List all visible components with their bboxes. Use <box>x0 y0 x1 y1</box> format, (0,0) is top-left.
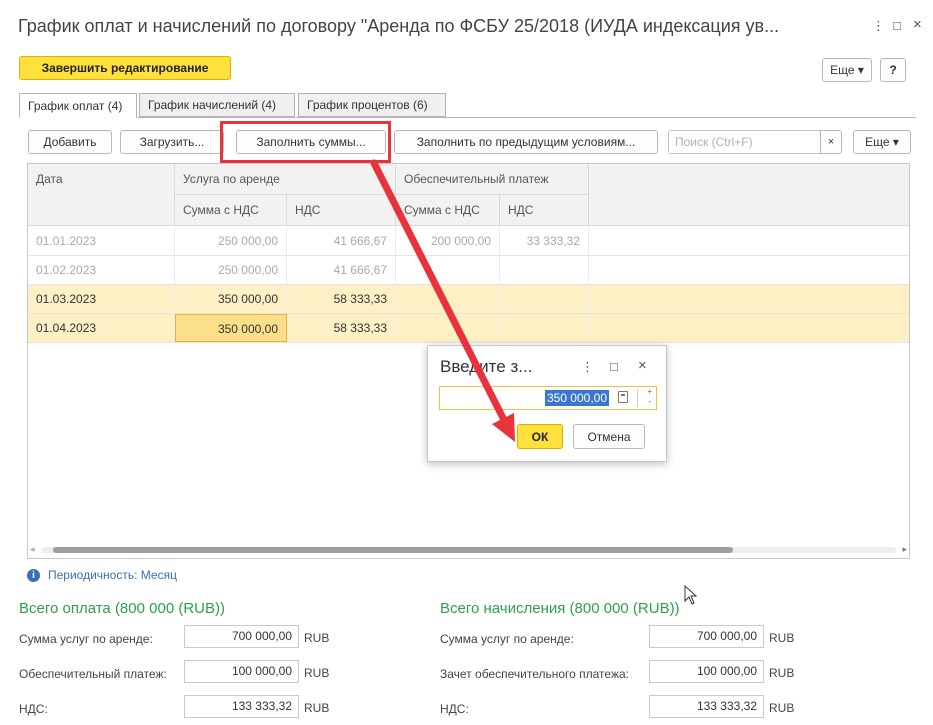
tab-interest[interactable]: График процентов (6) <box>298 93 446 117</box>
totals-accr-title: Всего начисления (800 000 (RUB)) <box>440 600 680 617</box>
accr-deposit-label: Зачет обеспечительного платежа: <box>440 667 629 681</box>
pay-rent-label: Сумма услуг по аренде: <box>19 632 153 646</box>
help-button[interactable]: ? <box>880 58 906 82</box>
pay-deposit-label: Обеспечительный платеж: <box>19 667 167 681</box>
periodicity-text[interactable]: Периодичность: Месяц <box>48 568 177 582</box>
cell-date: 01.01.2023 <box>28 227 175 255</box>
dialog-title: Введите з... <box>440 357 533 376</box>
scroll-right-icon[interactable]: ▸ <box>902 544 907 555</box>
restore-icon[interactable]: □ <box>893 18 901 33</box>
mouse-cursor-icon <box>684 585 698 605</box>
search-input[interactable]: Поиск (Ctrl+F) <box>668 130 820 154</box>
col-group-rent[interactable]: Услуга по аренде <box>175 164 396 195</box>
cancel-button[interactable]: Отмена <box>573 424 645 449</box>
amount-input-value[interactable]: 350 000,00 <box>544 390 609 406</box>
dialog-close-icon[interactable]: × <box>638 357 647 374</box>
accr-rent-currency: RUB <box>769 631 795 645</box>
cell-dep-sum <box>396 314 500 342</box>
pay-deposit-value: 100 000,00 <box>184 660 299 683</box>
cell-dep-vat: 33 333,32 <box>500 227 589 255</box>
input-divider <box>637 389 638 407</box>
cell-rent-sum-selected[interactable]: 350 000,00 <box>175 314 287 342</box>
cell-date: 01.04.2023 <box>28 314 175 342</box>
accr-vat-label: НДС: <box>440 702 469 716</box>
table-row[interactable]: 01.04.2023 350 000,00 58 333,33 <box>28 314 909 343</box>
accr-vat-value: 133 333,32 <box>649 695 764 718</box>
table-row[interactable]: 01.01.2023 250 000,00 41 666,67 200 000,… <box>28 227 909 256</box>
amount-input[interactable]: 350 000,00 + - <box>439 386 657 410</box>
cell-rent-vat: 41 666,67 <box>287 227 396 255</box>
pay-rent-value: 700 000,00 <box>184 625 299 648</box>
table-row[interactable]: 01.03.2023 350 000,00 58 333,33 <box>28 285 909 314</box>
fill-sums-button[interactable]: Заполнить суммы... <box>236 130 386 154</box>
table-row[interactable]: 01.02.2023 250 000,00 41 666,67 <box>28 256 909 285</box>
close-icon[interactable]: × <box>913 16 922 33</box>
dialog-restore-icon[interactable]: □ <box>610 359 618 374</box>
cell-date: 01.03.2023 <box>28 285 175 313</box>
ok-button[interactable]: ОК <box>517 424 563 449</box>
pay-vat-label: НДС: <box>19 702 48 716</box>
pay-deposit-currency: RUB <box>304 666 330 680</box>
dialog-more-icon[interactable]: ⋮ <box>581 359 594 375</box>
finish-edit-button[interactable]: Завершить редактирование <box>19 56 231 80</box>
cell-date: 01.02.2023 <box>28 256 175 284</box>
col-header-rent-sum[interactable]: Сумма с НДС <box>175 195 287 226</box>
scroll-left-icon[interactable]: ◂ <box>30 544 35 555</box>
cell-dep-vat <box>500 256 589 284</box>
cell-rent-vat: 58 333,33 <box>287 285 396 313</box>
periodicity-link[interactable]: i Периодичность: Месяц <box>27 568 177 582</box>
col-header-date[interactable]: Дата <box>28 164 175 226</box>
accr-vat-currency: RUB <box>769 701 795 715</box>
fill-prev-button[interactable]: Заполнить по предыдущим условиям... <box>394 130 658 154</box>
cell-rent-vat: 58 333,33 <box>287 314 396 342</box>
pay-vat-value: 133 333,32 <box>184 695 299 718</box>
window-title: График оплат и начислений по договору "А… <box>18 16 780 36</box>
col-header-empty <box>589 164 909 226</box>
cell-dep-sum <box>396 256 500 284</box>
cell-rent-sum: 250 000,00 <box>175 227 287 255</box>
tab-payments[interactable]: График оплат (4) <box>19 93 137 118</box>
cell-rent-vat: 41 666,67 <box>287 256 396 284</box>
col-group-deposit[interactable]: Обеспечительный платеж <box>396 164 589 195</box>
accr-rent-value: 700 000,00 <box>649 625 764 648</box>
accr-rent-label: Сумма услуг по аренде: <box>440 632 574 646</box>
pay-vat-currency: RUB <box>304 701 330 715</box>
cell-dep-sum: 200 000,00 <box>396 227 500 255</box>
cell-rent-sum: 350 000,00 <box>175 285 287 313</box>
tab-panel-border <box>19 117 916 118</box>
tab-accruals[interactable]: График начислений (4) <box>139 93 295 117</box>
cell-dep-vat <box>500 285 589 313</box>
horizontal-scrollbar[interactable]: ◂ ▸ <box>27 543 910 557</box>
grid-more-button[interactable]: Еще ▾ <box>853 130 911 154</box>
accr-deposit-currency: RUB <box>769 666 795 680</box>
col-header-dep-sum[interactable]: Сумма с НДС <box>396 195 500 226</box>
totals-pay-title: Всего оплата (800 000 (RUB)) <box>19 600 225 617</box>
more-button[interactable]: Еще ▾ <box>822 58 872 82</box>
cell-rent-sum: 250 000,00 <box>175 256 287 284</box>
more-vert-icon[interactable]: ⋮ <box>872 18 885 34</box>
cell-dep-vat <box>500 314 589 342</box>
col-header-rent-vat[interactable]: НДС <box>287 195 396 226</box>
spin-up-icon[interactable]: + <box>647 387 652 397</box>
input-dialog: Введите з... ⋮ □ × 350 000,00 + - ОК Отм… <box>427 345 667 462</box>
spin-down-icon[interactable]: - <box>648 397 651 407</box>
cell-dep-sum <box>396 285 500 313</box>
load-button[interactable]: Загрузить... <box>120 130 224 154</box>
add-button[interactable]: Добавить <box>28 130 112 154</box>
accr-deposit-value: 100 000,00 <box>649 660 764 683</box>
search-clear-button[interactable]: × <box>820 130 842 154</box>
info-icon: i <box>27 568 40 582</box>
col-header-dep-vat[interactable]: НДС <box>500 195 589 226</box>
calculator-icon[interactable] <box>618 391 628 403</box>
scrollbar-thumb[interactable] <box>53 547 733 553</box>
pay-rent-currency: RUB <box>304 631 330 645</box>
